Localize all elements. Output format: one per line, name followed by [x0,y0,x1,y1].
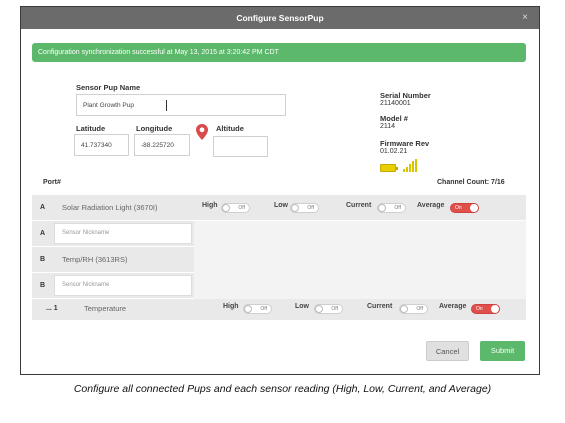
longitude-value: -88.225720 [141,141,174,149]
battery-icon [380,164,398,172]
current-toggle[interactable]: Off [377,203,406,213]
port-id: B [40,282,46,289]
sensor-name: Temperature [84,304,127,313]
signal-strength-icon [403,159,417,172]
longitude-label: Longitude [136,124,173,133]
latitude-label: Latitude [76,124,106,133]
table-row: B Temp/RH (3613RS) [32,247,526,273]
current-label: Current [367,303,393,310]
dialog-title: Configure SensorPup [21,7,539,29]
low-toggle[interactable]: Off [314,304,343,314]
high-label: High [223,303,239,310]
average-label: Average [417,202,445,209]
port-header: Port# [43,179,61,186]
text-cursor [166,100,167,111]
high-toggle[interactable]: Off [243,304,272,314]
model-label: Model # [380,114,408,123]
close-icon[interactable]: × [519,7,531,29]
latitude-input[interactable]: 41.737340 [74,134,129,156]
current-toggle[interactable]: Off [399,304,428,314]
latitude-value: 41.737340 [81,141,112,149]
low-label: Low [274,202,288,209]
port-id: A [40,204,46,211]
row-filler [194,273,526,299]
current-label: Current [346,202,372,209]
table-row: A Sensor Nickname [32,221,526,247]
firmware-value: 01.02.21 [380,148,408,155]
figure-caption: Configure all connected Pups and each se… [73,383,492,395]
sensor-nickname-input[interactable]: Sensor Nickname [54,275,192,296]
average-toggle[interactable]: On [450,203,479,213]
model-value: 2114 [380,123,396,130]
serial-value: 21140001 [380,100,411,107]
serial-label: Serial Number [380,91,431,100]
cancel-button[interactable]: Cancel [426,341,469,361]
port-id: ... 1 [46,305,58,312]
name-label: Sensor Pup Name [76,83,141,92]
success-banner: Configuration synchronization successful… [32,43,526,62]
altitude-label: Altitude [216,124,244,133]
average-label: Average [439,303,467,310]
low-label: Low [295,303,309,310]
table-row: ... 1 Temperature High Off Low Off Curre… [32,299,526,320]
low-toggle[interactable]: Off [290,203,319,213]
row-filler [194,221,526,247]
high-label: High [202,202,218,209]
table-row: B Sensor Nickname [32,273,526,299]
configure-dialog: Configure SensorPup × Configuration sync… [20,6,540,375]
sensor-nickname-input[interactable]: Sensor Nickname [54,223,192,244]
pup-name-input[interactable]: Plant Growth Pup [76,94,286,116]
average-toggle[interactable]: On [471,304,500,314]
firmware-label: Firmware Rev [380,139,430,148]
longitude-input[interactable]: -88.225720 [134,134,190,156]
table-row: A Solar Radiation Light (3670I) High Off… [32,195,526,221]
port-id: B [40,256,46,263]
row-filler [194,247,526,273]
high-toggle[interactable]: Off [221,203,250,213]
map-pin-icon[interactable] [196,124,208,140]
altitude-input[interactable] [213,136,268,157]
channel-count: Channel Count: 7/16 [437,179,505,186]
pup-name-value: Plant Growth Pup [83,101,134,109]
submit-button[interactable]: Submit [480,341,525,361]
sensor-name: Temp/RH (3613RS) [62,255,128,264]
port-id: A [40,230,46,237]
sensor-name: Solar Radiation Light (3670I) [62,203,158,212]
sensor-table: A Solar Radiation Light (3670I) High Off… [32,195,526,320]
